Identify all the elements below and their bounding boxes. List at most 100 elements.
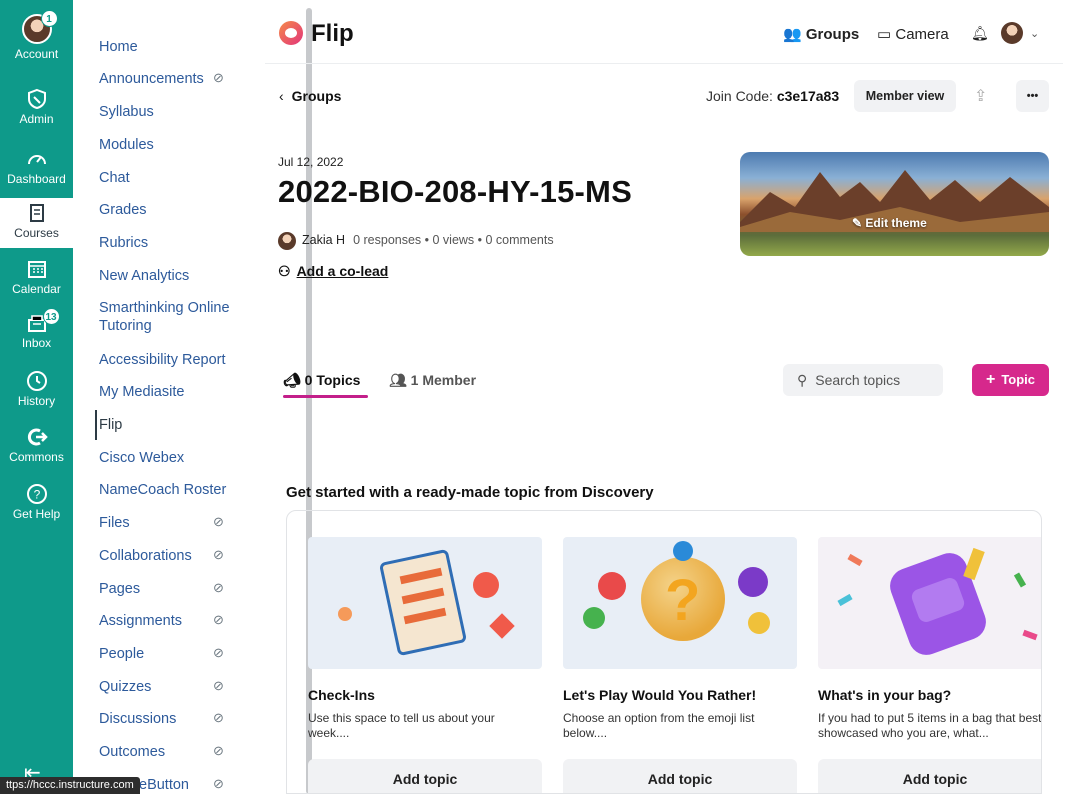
global-nav-account[interactable]: 1 Account <box>0 10 73 61</box>
search-icon: ⚲ <box>797 372 808 388</box>
question-illustration: ? <box>563 537 797 669</box>
course-nav-rubrics[interactable]: Rubrics <box>99 234 234 252</box>
chevron-down-icon[interactable]: ⌄ <box>1030 27 1039 40</box>
active-indicator <box>95 410 97 440</box>
global-nav-label: Commons <box>9 450 64 464</box>
notification-badge: 13 <box>42 308 60 325</box>
discovery-carousel: Check-Ins Use this space to tell us abou… <box>286 510 1042 794</box>
avatar[interactable] <box>1001 22 1023 44</box>
clock-icon <box>26 371 47 391</box>
flip-app: Flip 👥 Groups ▭ Camera 🔔︎ ⌄ ‹ Groups Join… <box>265 0 1063 794</box>
camera-label: Camera <box>895 26 949 43</box>
course-nav-home[interactable]: Home <box>99 38 234 56</box>
add-topic-card-button[interactable]: Add topic <box>308 759 542 793</box>
author-row: Zakia H 0 responses • 0 views • 0 comment… <box>278 231 554 250</box>
groups-button[interactable]: 👥 Groups <box>783 25 859 43</box>
avatar: 1 <box>21 10 58 44</box>
global-nav-admin[interactable]: Admin <box>0 88 73 126</box>
hidden-eye-icon: ⊘ <box>213 678 224 693</box>
more-options-button[interactable]: ••• <box>1016 80 1049 112</box>
tab-members-label: 1 Member <box>410 372 477 388</box>
brand-name: Flip <box>311 20 354 47</box>
group-date: Jul 12, 2022 <box>278 155 344 169</box>
hidden-eye-icon: ⊘ <box>213 580 224 595</box>
bell-icon[interactable]: 🔔︎ <box>971 25 989 42</box>
course-nav-syllabus[interactable]: Syllabus <box>99 103 234 121</box>
course-nav-accessibility-report[interactable]: Accessibility Report <box>99 351 234 369</box>
megaphone-icon: 📣︎ <box>283 372 301 388</box>
join-code: Join Code: c3e17a83 <box>706 88 839 104</box>
card-title: What's in your bag? <box>818 687 952 703</box>
discovery-card[interactable]: What's in your bag? If you had to put 5 … <box>818 537 1042 793</box>
page-title: 2022-BIO-208-HY-15-MS <box>278 174 632 209</box>
add-topic-button[interactable]: + Topic <box>972 364 1049 396</box>
course-nav-modules[interactable]: Modules <box>99 136 234 154</box>
course-nav-new-analytics[interactable]: New Analytics <box>99 267 234 285</box>
course-nav-ebutton[interactable]: eButton <box>139 776 274 794</box>
search-topics-input[interactable]: ⚲ Search topics <box>783 364 943 396</box>
share-icon[interactable]: ⇪ <box>974 86 987 106</box>
add-topic-card-button[interactable]: Add topic <box>563 759 797 793</box>
tab-topics[interactable]: 📣︎ 0 Topics <box>283 372 360 389</box>
join-code-label: Join Code: <box>706 88 773 104</box>
global-nav-calendar[interactable]: Calendar <box>0 258 73 296</box>
global-nav-commons[interactable]: Commons <box>0 426 73 464</box>
checkin-illustration <box>308 537 542 669</box>
join-code-value[interactable]: c3e17a83 <box>777 88 839 104</box>
global-nav-inbox[interactable]: 13 Inbox <box>0 308 73 350</box>
shield-icon <box>27 88 46 110</box>
add-topic-card-button[interactable]: Add topic <box>818 759 1041 793</box>
plus-icon: + <box>985 371 996 388</box>
global-nav-label: Inbox <box>21 336 52 350</box>
tab-members[interactable]: 👥︎ 1 Member <box>389 372 476 389</box>
card-title: Check-Ins <box>308 687 375 703</box>
global-nav: 1 Account Admin Dashboard Courses Calend… <box>0 0 73 794</box>
hidden-eye-icon: ⊘ <box>213 70 224 85</box>
course-nav-smarthinking[interactable]: Smarthinking Online Tutoring <box>99 299 234 335</box>
member-view-button[interactable]: Member view <box>854 80 956 112</box>
add-topic-label: Topic <box>1001 372 1036 387</box>
status-url-tooltip: ttps://hccc.instructure.com <box>0 777 140 794</box>
course-nav: Home Announcements ⊘ Syllabus Modules Ch… <box>73 0 312 794</box>
course-nav-grades[interactable]: Grades <box>99 201 234 219</box>
camera-button[interactable]: ▭ Camera <box>877 25 949 43</box>
global-nav-history[interactable]: History <box>0 370 73 408</box>
global-nav-courses[interactable]: Courses <box>0 198 73 248</box>
global-nav-help[interactable]: ? Get Help <box>0 483 73 521</box>
hidden-eye-icon: ⊘ <box>213 710 224 725</box>
global-nav-dashboard[interactable]: Dashboard <box>0 148 73 186</box>
author-name: Zakia H <box>302 233 346 247</box>
edit-theme-button[interactable]: ✎ Edit theme <box>852 216 927 230</box>
global-nav-label: Courses <box>14 226 59 240</box>
back-to-groups[interactable]: ‹ Groups <box>279 88 341 104</box>
discovery-card[interactable]: Check-Ins Use this space to tell us abou… <box>308 537 542 793</box>
notification-badge: 1 <box>40 10 58 27</box>
course-nav-flip[interactable]: Flip <box>99 416 234 434</box>
groups-label: Groups <box>805 26 860 43</box>
course-nav-namecoach-roster[interactable]: NameCoach Roster <box>99 481 234 499</box>
global-nav-label: History <box>17 394 56 408</box>
avatar <box>278 231 296 250</box>
pencil-icon: ✎ <box>852 216 863 230</box>
discovery-card[interactable]: ? Let's Play Would You Rather! Choose an… <box>563 537 797 793</box>
course-nav-my-mediasite[interactable]: My Mediasite <box>99 383 234 401</box>
card-title: Let's Play Would You Rather! <box>563 687 757 703</box>
global-nav-label: Admin <box>19 112 54 126</box>
course-nav-cisco-webex[interactable]: Cisco Webex <box>99 449 234 467</box>
back-label: Groups <box>291 88 342 104</box>
book-icon <box>29 204 44 222</box>
flip-header: Flip 👥 Groups ▭ Camera 🔔︎ ⌄ <box>265 8 1063 64</box>
course-nav-chat[interactable]: Chat <box>99 169 234 187</box>
bag-illustration <box>818 537 1041 669</box>
add-colead-link[interactable]: ⚇ Add a co-lead <box>278 263 388 280</box>
members-icon: 👥︎ <box>389 372 407 388</box>
theme-banner[interactable]: ✎ Edit theme <box>740 152 1049 256</box>
edit-theme-label: Edit theme <box>865 216 927 230</box>
global-nav-label: Dashboard <box>7 172 66 186</box>
active-tab-underline <box>283 395 368 398</box>
calendar-icon <box>27 261 46 278</box>
camera-icon: ▭ <box>877 26 892 43</box>
chevron-left-icon: ‹ <box>279 88 284 104</box>
card-description: If you had to put 5 items in a bag that … <box>818 711 1042 740</box>
global-nav-label: Get Help <box>12 507 61 521</box>
